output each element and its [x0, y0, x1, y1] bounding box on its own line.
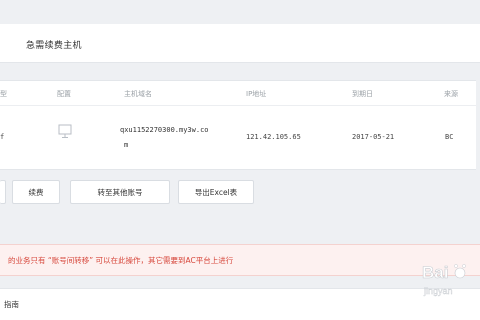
guide-title: 指南 [4, 300, 19, 309]
column-header-config: 配置 [57, 90, 71, 98]
page-title: 急需续费主机 [26, 41, 82, 51]
column-header-source: 来源 [444, 90, 458, 98]
cell-source: BC [445, 133, 454, 141]
cell-hostname-continued: m [124, 141, 129, 149]
export-excel-button[interactable]: 导出Excel表 [178, 180, 254, 204]
column-header-hostname: 主机域名 [124, 90, 152, 98]
column-header-ip: IP地址 [246, 90, 267, 98]
column-header-type: 型 [0, 90, 7, 98]
renew-button[interactable]: 续费 [12, 180, 60, 204]
monitor-icon [58, 124, 72, 138]
notice-banner: 的业务只有 “账号间转移” 可以在此操作，其它需要到AC平台上进行 [0, 244, 480, 276]
guide-section: 指南 [0, 288, 480, 320]
transfer-account-button[interactable]: 转至其他账号 [70, 180, 170, 204]
cell-hostname[interactable]: qxu1152270300.my3w.co [120, 126, 209, 134]
table-header: 型 配置 主机域名 IP地址 到期日 来源 [0, 81, 476, 106]
partial-button[interactable] [0, 180, 6, 204]
cell-type: f [0, 133, 5, 141]
action-bar: 续费 转至其他账号 导出Excel表 [0, 175, 480, 209]
notice-text: 的业务只有 “账号间转移” 可以在此操作，其它需要到AC平台上进行 [8, 256, 234, 265]
cell-expire-date: 2017-05-21 [352, 133, 395, 141]
page-header: 急需续费主机 [0, 24, 480, 63]
cell-ip: 121.42.105.65 [246, 133, 301, 141]
column-header-expire: 到期日 [352, 90, 373, 98]
